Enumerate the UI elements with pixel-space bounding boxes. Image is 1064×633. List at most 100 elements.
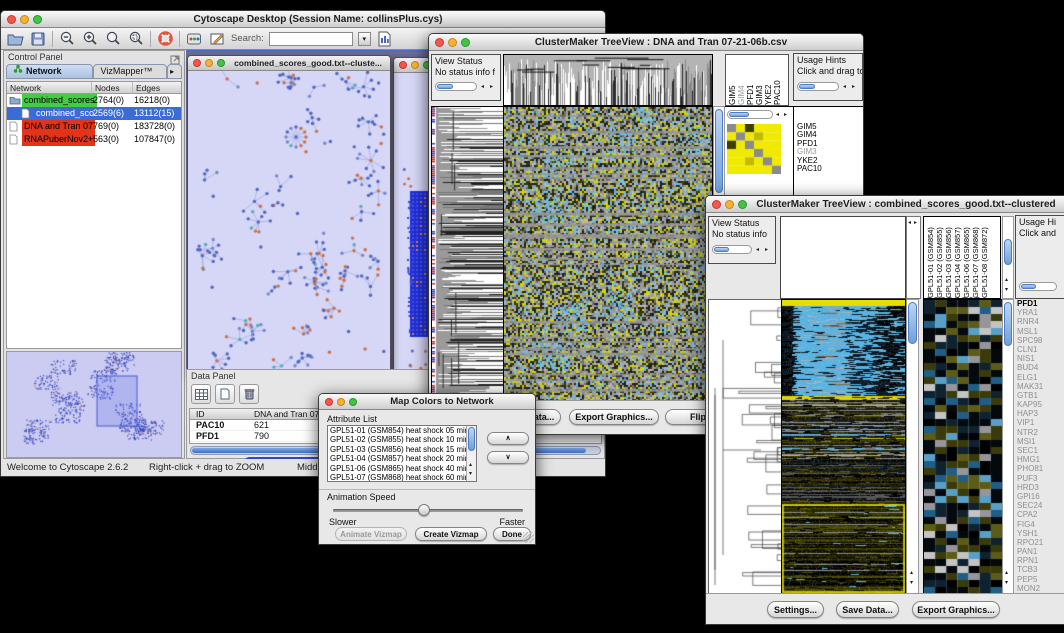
close-icon[interactable]: [712, 200, 721, 209]
table-row[interactable]: RNAPuberNov2+563(0)107847(0): [7, 133, 181, 146]
tree-scroll-strip[interactable]: ◂ ▸: [906, 216, 921, 299]
gene-label[interactable]: YRA1: [1015, 308, 1064, 317]
gene-label[interactable]: BUD4: [1015, 363, 1064, 372]
zoom-fit-icon[interactable]: [104, 30, 122, 47]
close-icon[interactable]: [193, 59, 201, 67]
treeview-combined-titlebar[interactable]: ClusterMaker TreeView : combined_scores_…: [706, 196, 1064, 213]
gene-label[interactable]: PEP5: [1015, 575, 1064, 584]
scroll-up-icon[interactable]: ▴: [1005, 277, 1008, 284]
column-label[interactable]: PAC10: [773, 56, 782, 105]
scroll-up-icon[interactable]: ▴: [1005, 570, 1008, 577]
report-icon[interactable]: [376, 30, 394, 47]
zoom-hscrollbar[interactable]: [727, 110, 773, 119]
list-item[interactable]: GPL51-06 (GSM865) heat shock 40 min: [328, 464, 466, 473]
gene-label[interactable]: SEC1: [1015, 446, 1064, 455]
column-label[interactable]: GIM5: [728, 56, 737, 105]
scroll-left-icon[interactable]: ◂: [756, 247, 759, 254]
list-item[interactable]: GPL51-04 (GSM857) heat shock 20 min: [328, 454, 466, 463]
gene-label[interactable]: KAP95: [1015, 400, 1064, 409]
mini-heatmap-canvas[interactable]: [727, 124, 781, 174]
export-graphics-button[interactable]: Export Graphics...: [569, 409, 659, 425]
scroll-left-icon[interactable]: ◂: [908, 220, 911, 227]
network-canvas[interactable]: [188, 71, 390, 376]
scroll-thumb[interactable]: [729, 112, 749, 117]
network-window-titlebar[interactable]: combined_scores_good.txt--cluste...: [188, 56, 390, 71]
export-graphics-button[interactable]: Export Graphics...: [912, 601, 1000, 618]
tab-vizmapper[interactable]: VizMapper™: [93, 64, 167, 79]
scroll-down-icon[interactable]: ▾: [1005, 580, 1008, 587]
table-row[interactable]: DNA and Tran 07769(0)183728(0): [7, 120, 181, 133]
move-down-button[interactable]: ∨: [487, 451, 529, 464]
gene-label[interactable]: NIS1: [1015, 354, 1064, 363]
col-id[interactable]: ID: [196, 409, 205, 420]
scroll-thumb[interactable]: [715, 109, 723, 193]
new-attribute-icon[interactable]: [215, 384, 235, 404]
minimize-icon[interactable]: [411, 61, 419, 69]
network-name[interactable]: combined_sco: [34, 107, 96, 120]
gene-label[interactable]: ELG1: [1015, 373, 1064, 382]
zoom-vscrollbar[interactable]: ▴ ▾: [1002, 299, 1014, 595]
dialog-titlebar[interactable]: Map Colors to Network: [319, 394, 535, 410]
gene-label[interactable]: MAK31: [1015, 382, 1064, 391]
zoom-heatmap-canvas[interactable]: [923, 299, 1003, 595]
gene-dendrogram-canvas[interactable]: [708, 299, 782, 595]
column-label[interactable]: GPL51-04 (GSM857): [953, 218, 962, 298]
settings-button[interactable]: Settings...: [767, 601, 824, 618]
zoom-window-icon[interactable]: [349, 398, 357, 406]
scroll-thumb[interactable]: [468, 427, 475, 451]
usage-hints-scrollbar[interactable]: [1019, 282, 1057, 291]
gene-label[interactable]: GPI16: [1015, 492, 1064, 501]
scroll-thumb[interactable]: [1004, 302, 1012, 346]
close-icon[interactable]: [7, 15, 16, 24]
close-icon[interactable]: [399, 61, 407, 69]
annotation-icon[interactable]: [208, 30, 226, 47]
tab-network[interactable]: Network: [6, 64, 93, 79]
main-titlebar[interactable]: Cytoscape Desktop (Session Name: collins…: [1, 11, 605, 28]
plugin-icon[interactable]: [185, 30, 203, 47]
global-heatmap-canvas[interactable]: [781, 299, 906, 595]
network-name[interactable]: combined_scores: [22, 94, 97, 107]
gene-label[interactable]: FIG4: [1015, 520, 1064, 529]
scroll-right-icon[interactable]: ▸: [765, 247, 768, 254]
gene-label[interactable]: SPC98: [1015, 336, 1064, 345]
column-label[interactable]: YKE2: [764, 56, 773, 105]
resize-grip[interactable]: [523, 532, 534, 543]
gene-label[interactable]: HMG1: [1015, 455, 1064, 464]
list-item[interactable]: GPL51-07 (GSM868) heat shock 60 min: [328, 473, 466, 482]
col-network[interactable]: Network: [7, 82, 91, 94]
list-item[interactable]: GPL51-02 (GSM855) heat shock 10 min: [328, 435, 466, 444]
column-label[interactable]: PFD1: [746, 56, 755, 105]
gene-label[interactable]: MON2: [1015, 584, 1064, 593]
row-label[interactable]: PAC10: [797, 165, 822, 173]
column-label[interactable]: GPL51-06 (GSM865): [962, 218, 971, 298]
minimize-icon[interactable]: [448, 38, 457, 47]
speed-slider-thumb[interactable]: [418, 504, 430, 516]
delete-attribute-icon[interactable]: [239, 384, 259, 404]
minimize-icon[interactable]: [725, 200, 734, 209]
column-label[interactable]: GIM4: [737, 56, 746, 105]
gene-label[interactable]: PAN1: [1015, 547, 1064, 556]
gene-label[interactable]: VIP1: [1015, 418, 1064, 427]
search-dropdown-icon[interactable]: ▾: [358, 32, 371, 46]
save-data-button[interactable]: Save Data...: [836, 601, 899, 618]
gene-label[interactable]: HAP3: [1015, 409, 1064, 418]
gene-label[interactable]: CLN1: [1015, 345, 1064, 354]
tab-overflow-arrow[interactable]: ▸: [167, 64, 182, 79]
list-item[interactable]: GPL51-01 (GSM854) heat shock 05 min: [328, 426, 466, 435]
list-item[interactable]: GPL51-03 (GSM856) heat shock 15 min: [328, 445, 466, 454]
birdseye-canvas[interactable]: [7, 352, 183, 457]
minimize-icon[interactable]: [20, 15, 29, 24]
scroll-up-icon[interactable]: ▴: [910, 570, 913, 577]
treeview-dna-titlebar[interactable]: ClusterMaker TreeView : DNA and Tran 07-…: [429, 34, 863, 51]
select-attributes-icon[interactable]: [191, 384, 211, 404]
gene-label[interactable]: TCB3: [1015, 565, 1064, 574]
search-input[interactable]: [269, 32, 353, 46]
scroll-thumb[interactable]: [437, 84, 453, 89]
zoom-out-icon[interactable]: [58, 30, 76, 47]
gene-label[interactable]: MSI1: [1015, 437, 1064, 446]
gene-label[interactable]: RNR4: [1015, 317, 1064, 326]
row-dendrogram-canvas[interactable]: [431, 106, 504, 404]
scroll-down-icon[interactable]: ▾: [910, 580, 913, 587]
scroll-right-icon[interactable]: ▸: [914, 220, 917, 227]
gene-label[interactable]: SEC24: [1015, 501, 1064, 510]
